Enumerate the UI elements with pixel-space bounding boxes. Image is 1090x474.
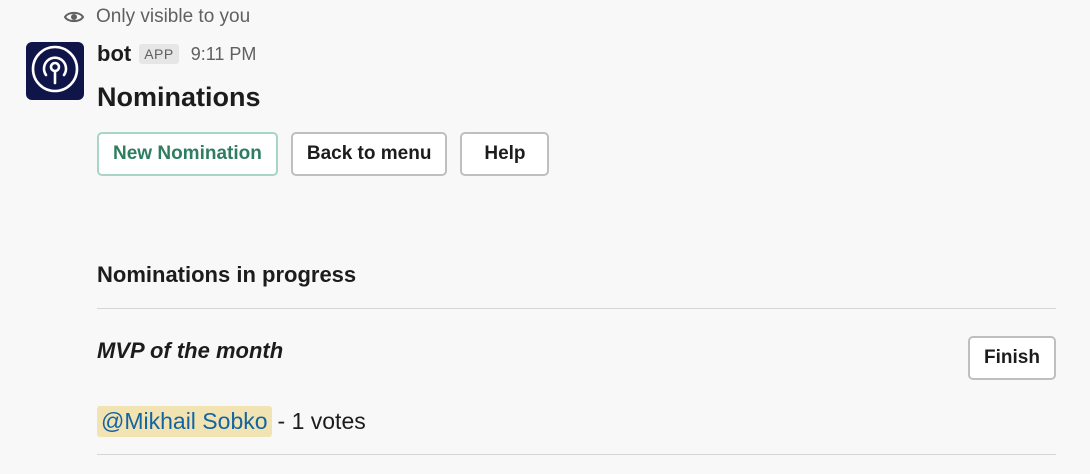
author-name[interactable]: bot — [97, 41, 131, 67]
eye-icon — [64, 10, 84, 24]
app-badge: APP — [139, 44, 179, 64]
timestamp[interactable]: 9:11 PM — [191, 44, 257, 65]
divider — [97, 308, 1056, 309]
avatar[interactable] — [26, 42, 84, 100]
action-buttons: New Nomination Back to menu Help — [97, 132, 1057, 176]
vote-count: - 1 votes — [277, 408, 366, 434]
section-heading: Nominations in progress — [97, 262, 357, 287]
finish-button[interactable]: Finish — [968, 336, 1056, 380]
new-nomination-button[interactable]: New Nomination — [97, 132, 278, 176]
user-mention[interactable]: @Mikhail Sobko — [97, 406, 272, 437]
vote-line: @Mikhail Sobko - 1 votes — [97, 406, 366, 437]
message-view: Only visible to you bot APP 9:11 PM Nomi… — [0, 0, 1090, 474]
back-to-menu-button[interactable]: Back to menu — [290, 132, 448, 176]
visibility-note: Only visible to you — [64, 6, 250, 28]
visibility-text: Only visible to you — [96, 6, 251, 27]
broadcast-icon — [29, 43, 81, 100]
message: bot APP 9:11 PM Nominations New Nominati… — [97, 40, 1057, 176]
message-header: bot APP 9:11 PM — [97, 40, 1057, 68]
page-title: Nominations — [97, 82, 261, 112]
nomination-name: MVP of the month — [97, 338, 284, 363]
divider — [97, 454, 1056, 455]
help-button[interactable]: Help — [460, 132, 550, 176]
